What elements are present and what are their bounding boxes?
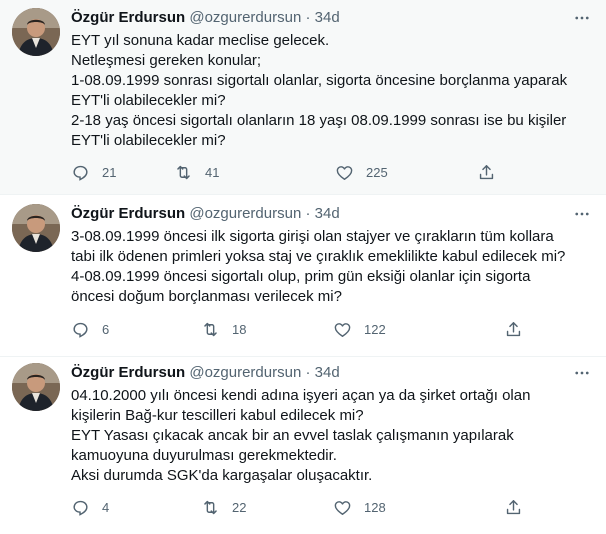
author-handle[interactable]: @ozgurerdursun bbox=[189, 205, 301, 222]
reply-button[interactable]: 4 bbox=[71, 497, 109, 517]
retweet-button[interactable]: 41 bbox=[174, 162, 219, 182]
more-options-button[interactable] bbox=[572, 204, 592, 224]
more-options-button[interactable] bbox=[572, 363, 592, 383]
avatar-image bbox=[12, 204, 60, 252]
avatar-image bbox=[12, 363, 60, 411]
avatar[interactable] bbox=[12, 8, 60, 56]
heart-icon bbox=[336, 165, 353, 180]
author-handle[interactable]: @ozgurerdursun bbox=[189, 364, 301, 381]
reply-count: 6 bbox=[102, 321, 110, 337]
tweet-text-line: 3-08.09.1999 öncesi ilk sigorta girişi o… bbox=[71, 228, 554, 245]
separator-dot: · bbox=[305, 364, 311, 381]
tweet-actions: 4 22 128 bbox=[71, 497, 521, 517]
reply-count: 4 bbox=[102, 499, 110, 515]
share-icon bbox=[479, 164, 494, 179]
retweet-icon bbox=[177, 165, 190, 179]
like-button[interactable]: 225 bbox=[335, 162, 388, 182]
more-horizontal-icon bbox=[575, 16, 589, 20]
tweet-text-line: 2-18 yaş öncesi sigortalı olanların 18 y… bbox=[71, 112, 567, 129]
more-options-button[interactable] bbox=[572, 8, 592, 28]
retweet-count: 41 bbox=[205, 164, 220, 180]
tweet-header: Özgür Erdursun @ozgurerdursun · 34d bbox=[71, 363, 590, 383]
tweet-text-line: Aksi durumda SGK'da kargaşalar oluşacakt… bbox=[71, 467, 373, 484]
retweet-icon bbox=[204, 322, 217, 336]
like-button[interactable]: 122 bbox=[333, 319, 386, 339]
author-name[interactable]: Özgür Erdursun bbox=[71, 205, 185, 222]
retweet-button[interactable]: 18 bbox=[201, 319, 246, 339]
tweet-text-line: öncesi doğum borçlanması verilecek mi? bbox=[71, 288, 342, 305]
timestamp[interactable]: 34d bbox=[315, 364, 340, 381]
tweet[interactable]: Özgür Erdursun @ozgurerdursun · 34d EYT … bbox=[0, 0, 606, 194]
tweet-text-line: kamuoyuna duyurulması gerekmektedir. bbox=[71, 447, 337, 464]
avatar[interactable] bbox=[12, 204, 60, 252]
tweet-text-line: 4-08.09.1999 öncesi sigortalı olup, prim… bbox=[71, 268, 531, 285]
reply-icon bbox=[73, 500, 88, 516]
author-name[interactable]: Özgür Erdursun bbox=[71, 9, 185, 26]
more-horizontal-icon bbox=[575, 212, 589, 216]
share-button[interactable] bbox=[504, 319, 523, 339]
reply-count: 21 bbox=[102, 164, 117, 180]
tweet-text-line: 1-08.09.1999 sonrası sigortalı olanlar, … bbox=[71, 72, 568, 89]
separator-dot: · bbox=[305, 205, 311, 222]
author-name[interactable]: Özgür Erdursun bbox=[71, 364, 185, 381]
tweet-text: 3-08.09.1999 öncesi ilk sigorta girişi o… bbox=[71, 227, 590, 307]
like-count: 128 bbox=[364, 499, 386, 515]
share-button[interactable] bbox=[504, 497, 523, 517]
heart-icon bbox=[334, 322, 351, 337]
tweet-text: EYT yıl sonuna kadar meclise gelecek. Ne… bbox=[71, 31, 590, 151]
reply-icon bbox=[73, 165, 88, 181]
heart-icon bbox=[334, 500, 351, 515]
share-icon bbox=[506, 321, 521, 336]
like-button[interactable]: 128 bbox=[333, 497, 386, 517]
avatar-image bbox=[12, 8, 60, 56]
separator-dot: · bbox=[305, 9, 311, 26]
tweet[interactable]: Özgür Erdursun @ozgurerdursun · 34d 04.1… bbox=[0, 357, 606, 534]
retweet-count: 18 bbox=[232, 321, 247, 337]
tweet-header: Özgür Erdursun @ozgurerdursun · 34d bbox=[71, 8, 590, 28]
like-count: 122 bbox=[364, 321, 386, 337]
reply-icon bbox=[73, 322, 88, 338]
author-handle[interactable]: @ozgurerdursun bbox=[189, 9, 301, 26]
tweet-text-line: EYT yıl sonuna kadar meclise gelecek. bbox=[71, 32, 330, 49]
retweet-icon bbox=[204, 500, 217, 514]
reply-button[interactable]: 21 bbox=[71, 162, 116, 182]
tweet-header: Özgür Erdursun @ozgurerdursun · 34d bbox=[71, 204, 590, 224]
tweet-text-line: Netleşmesi gereken konular; bbox=[71, 52, 262, 69]
tweet-text-line: EYT Yasası çıkacak ancak bir an evvel ta… bbox=[71, 427, 514, 444]
tweet[interactable]: Özgür Erdursun @ozgurerdursun · 34d 3-08… bbox=[0, 195, 606, 356]
retweet-button[interactable]: 22 bbox=[201, 497, 246, 517]
tweet-text-line: EYT'li olabilecekler mi? bbox=[71, 92, 226, 109]
reply-button[interactable]: 6 bbox=[71, 319, 109, 339]
share-button[interactable] bbox=[477, 162, 496, 182]
tweet-actions: 6 18 122 bbox=[71, 319, 521, 339]
tweet-text-line: kişilerin Bağ-kur tescilleri kabul edile… bbox=[71, 407, 364, 424]
retweet-count: 22 bbox=[232, 499, 247, 515]
timestamp[interactable]: 34d bbox=[315, 205, 340, 222]
tweet-text: 04.10.2000 yılı öncesi kendi adına işyer… bbox=[71, 386, 590, 486]
more-horizontal-icon bbox=[575, 371, 589, 375]
share-icon bbox=[506, 499, 521, 514]
avatar[interactable] bbox=[12, 363, 60, 411]
tweet-actions: 21 41 225 bbox=[71, 162, 511, 182]
tweet-text-line: tabi ilk ödenen primleri yoksa staj ve ç… bbox=[71, 248, 566, 265]
timestamp[interactable]: 34d bbox=[315, 9, 340, 26]
tweet-text-line: 04.10.2000 yılı öncesi kendi adına işyer… bbox=[71, 387, 531, 404]
tweet-text-line: EYT'li olabilecekler mi? bbox=[71, 132, 226, 149]
like-count: 225 bbox=[366, 164, 388, 180]
